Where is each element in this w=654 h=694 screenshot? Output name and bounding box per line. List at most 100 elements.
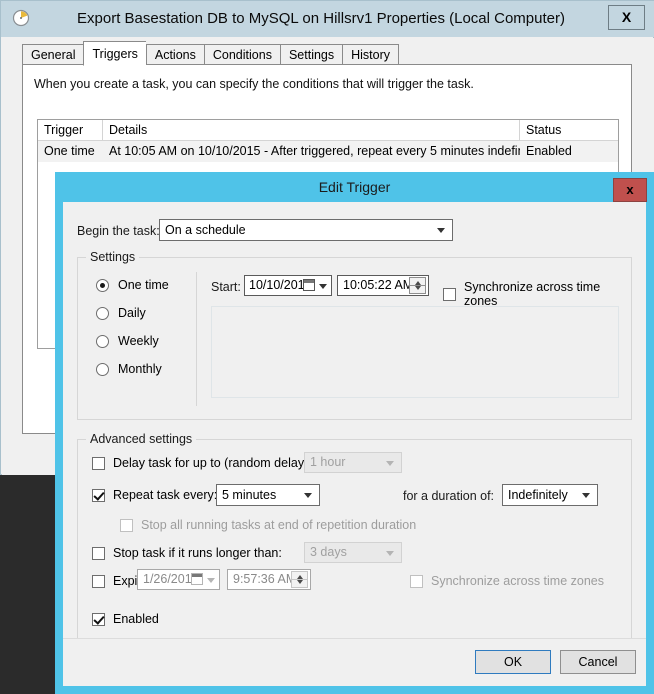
clock-icon (12, 9, 30, 27)
tab-strip: General Triggers Actions Conditions Sett… (22, 41, 400, 66)
tab-triggers[interactable]: Triggers (83, 41, 146, 66)
dialog-separator (63, 638, 646, 639)
enabled-row[interactable]: Enabled (92, 612, 159, 626)
radio-daily-icon[interactable] (96, 306, 109, 320)
trigger-table-header: Trigger Details Status (38, 120, 618, 141)
dialog-titlebar[interactable]: Edit Trigger x (55, 172, 654, 202)
column-header-status[interactable]: Status (520, 120, 618, 140)
tab-conditions[interactable]: Conditions (203, 44, 280, 65)
calendar-icon[interactable] (303, 279, 315, 291)
advanced-group-legend: Advanced settings (86, 432, 197, 446)
parent-titlebar[interactable]: Export Basestation DB to MySQL on Hillsr… (1, 1, 654, 37)
expire-sync-timezones-checkbox[interactable] (410, 574, 423, 588)
expire-sync-timezones-label: Synchronize across time zones (431, 574, 604, 588)
parent-window-title: Export Basestation DB to MySQL on Hillsr… (77, 10, 565, 27)
start-time-value: 10:05:22 AM (343, 278, 414, 292)
repeat-task-checkbox[interactable] (92, 488, 105, 502)
chevron-down-icon (386, 550, 394, 556)
radio-daily[interactable]: Daily (96, 306, 146, 320)
chevron-down-icon[interactable] (207, 578, 215, 583)
advanced-settings-group: Advanced settings Delay task for up to (… (77, 432, 632, 639)
stop-all-tasks-label: Stop all running tasks at end of repetit… (141, 518, 417, 532)
column-header-details[interactable]: Details (103, 120, 520, 140)
expire-time-input[interactable]: 9:57:36 AM (227, 569, 311, 590)
repeat-interval-value: 5 minutes (222, 488, 277, 502)
table-row[interactable]: One time At 10:05 AM on 10/10/2015 - Aft… (38, 141, 618, 162)
begin-task-label: Begin the task: (77, 224, 160, 238)
settings-divider (196, 272, 197, 406)
repeat-task-label: Repeat task every: (113, 488, 218, 502)
radio-one-time-label: One time (118, 278, 169, 292)
radio-monthly-icon[interactable] (96, 362, 109, 376)
delay-duration-select[interactable]: 1 hour (304, 452, 402, 473)
calendar-icon[interactable] (191, 573, 203, 585)
chevron-down-icon (582, 493, 590, 498)
enabled-checkbox[interactable] (92, 612, 105, 626)
dialog-title: Edit Trigger (318, 179, 391, 195)
stop-all-tasks-row[interactable]: Stop all running tasks at end of repetit… (120, 518, 416, 532)
schedule-detail-panel (211, 306, 619, 398)
duration-select[interactable]: Indefinitely (502, 484, 598, 506)
duration-label: for a duration of: (403, 489, 495, 503)
cell-trigger: One time (44, 144, 95, 158)
repeat-task-row[interactable]: Repeat task every: (92, 488, 217, 502)
expire-sync-timezones-row[interactable]: Synchronize across time zones (410, 574, 604, 588)
delay-task-checkbox[interactable] (92, 456, 105, 470)
spinner-divider (292, 579, 307, 580)
sync-timezones-checkbox[interactable] (443, 287, 456, 301)
radio-one-time[interactable]: One time (96, 278, 169, 292)
radio-weekly-icon[interactable] (96, 334, 109, 348)
tab-settings[interactable]: Settings (279, 44, 343, 65)
stop-task-label: Stop task if it runs longer than: (113, 546, 282, 560)
edit-trigger-dialog: Edit Trigger x Begin the task: On a sche… (55, 172, 654, 694)
tab-history[interactable]: History (342, 44, 400, 65)
start-date-input[interactable]: 10/10/2015 (244, 275, 332, 296)
dialog-close-button[interactable]: x (613, 178, 647, 202)
stop-task-row[interactable]: Stop task if it runs longer than: (92, 546, 282, 560)
chevron-down-icon (437, 228, 445, 233)
expire-time-value: 9:57:36 AM (233, 572, 297, 586)
spinner-divider (410, 285, 425, 286)
dialog-body: Begin the task: On a schedule Settings O… (63, 202, 646, 686)
expire-time-spinner[interactable] (291, 571, 308, 588)
radio-weekly-label: Weekly (118, 334, 159, 348)
start-label: Start: (211, 280, 241, 294)
chevron-down-icon[interactable] (319, 284, 327, 289)
start-time-input[interactable]: 10:05:22 AM (337, 275, 429, 296)
radio-monthly[interactable]: Monthly (96, 362, 162, 376)
sync-timezones-label: Synchronize across time zones (464, 280, 601, 308)
radio-monthly-label: Monthly (118, 362, 162, 376)
cancel-button[interactable]: Cancel (560, 650, 636, 674)
close-icon-wrapper: x (613, 175, 647, 202)
delay-task-label: Delay task for up to (random delay): (113, 456, 312, 470)
ok-button[interactable]: OK (475, 650, 551, 674)
radio-weekly[interactable]: Weekly (96, 334, 159, 348)
tab-actions[interactable]: Actions (145, 44, 204, 65)
stop-task-duration-select[interactable]: 3 days (304, 542, 402, 563)
column-header-trigger[interactable]: Trigger (38, 120, 103, 140)
cell-status: Enabled (526, 144, 572, 158)
delay-duration-value: 1 hour (310, 455, 346, 469)
parent-close-button[interactable]: X (608, 5, 645, 30)
stop-task-duration-value: 3 days (310, 545, 347, 559)
chevron-down-icon (304, 493, 312, 498)
settings-group-legend: Settings (86, 250, 140, 264)
begin-task-value: On a schedule (165, 223, 246, 237)
enabled-label: Enabled (113, 612, 159, 626)
expire-checkbox[interactable] (92, 574, 105, 588)
sync-timezones-checkbox-row[interactable]: Synchronize across time zones (443, 280, 631, 308)
stop-task-checkbox[interactable] (92, 546, 105, 560)
repeat-interval-select[interactable]: 5 minutes (216, 484, 320, 506)
time-spinner[interactable] (409, 277, 426, 294)
delay-task-row[interactable]: Delay task for up to (random delay): (92, 456, 312, 470)
tab-general[interactable]: General (22, 44, 84, 65)
chevron-down-icon (386, 460, 394, 466)
stop-all-tasks-checkbox[interactable] (120, 518, 133, 532)
cell-details: At 10:05 AM on 10/10/2015 - After trigge… (109, 144, 520, 158)
radio-daily-label: Daily (118, 306, 146, 320)
expire-date-input[interactable]: 1/26/2017 (137, 569, 220, 590)
radio-one-time-icon[interactable] (96, 278, 109, 292)
begin-task-select[interactable]: On a schedule (159, 219, 453, 241)
settings-group: Settings One time Daily Weekly Monthly S… (77, 250, 632, 420)
duration-value: Indefinitely (508, 488, 568, 502)
